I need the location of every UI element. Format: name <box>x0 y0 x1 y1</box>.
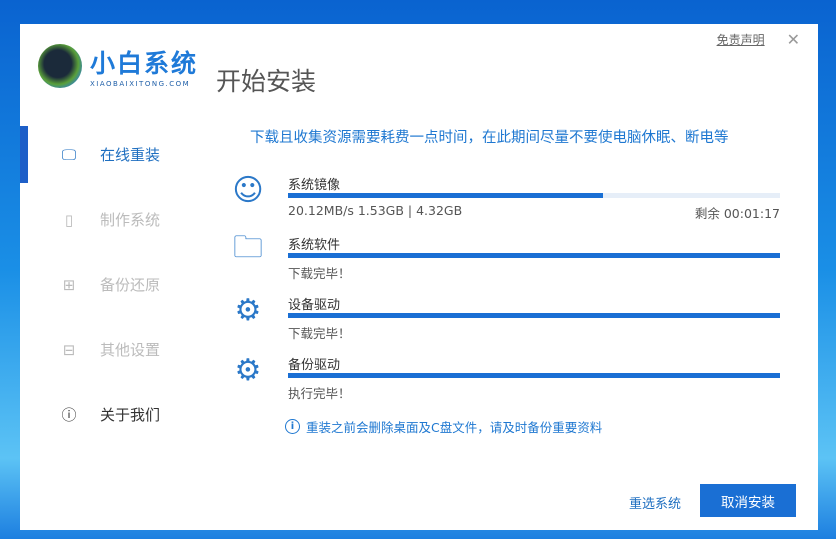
usb-icon: ▯ <box>64 210 74 229</box>
sidebar-item-make-system[interactable]: ▯ 制作系统 <box>20 187 200 252</box>
task-system-image: ☺ 系统镜像 20.12MB/s 1.53GB | 4.32GB 剩余 00:0… <box>230 172 780 232</box>
sidebar-item-label: 其他设置 <box>100 341 161 359</box>
task-status: 下载完毕！ <box>288 326 351 341</box>
task-name: 设备驱动 <box>288 298 341 313</box>
grid-icon: ⊞ <box>62 275 76 294</box>
sidebar: 🖵 在线重装 ▯ 制作系统 ⊞ 备份还原 ⊟ 其他设置 ⓘ 关于我们 <box>20 122 200 447</box>
sidebar-item-label: 在线重装 <box>100 146 161 164</box>
info-icon: ⓘ <box>61 406 77 424</box>
info-icon: i <box>285 419 300 434</box>
disclaimer-link[interactable]: 免责声明 <box>717 31 765 48</box>
logo: 小白系统 XIAOBAIXITONG.COM <box>38 44 198 88</box>
sidebar-item-label: 制作系统 <box>100 211 161 229</box>
folder-apps-icon: 🗀 <box>233 229 263 265</box>
progress-fill <box>288 253 780 258</box>
progress-fill <box>288 373 780 378</box>
notice-text: 下载且收集资源需要耗费一点时间，在此期间尽量不要使电脑休眠、断电等 <box>250 130 729 146</box>
sidebar-item-backup-restore[interactable]: ⊞ 备份还原 <box>20 252 200 317</box>
chat-bubble-icon: ☺ <box>232 172 264 208</box>
task-name: 系统软件 <box>288 238 341 253</box>
task-device-drivers: ⚙ 设备驱动 下载完毕！ <box>230 292 780 352</box>
task-system-software: 🗀 系统软件 下载完毕！ <box>230 229 780 292</box>
task-list: ☺ 系统镜像 20.12MB/s 1.53GB | 4.32GB 剩余 00:0… <box>230 172 780 412</box>
gear-sync-icon: ⚙ <box>234 352 262 388</box>
time-remaining: 剩余 00:01:17 <box>694 206 780 221</box>
task-status: 20.12MB/s 1.53GB | 4.32GB <box>288 203 463 218</box>
brand-url: XIAOBAIXITONG.COM <box>90 80 191 88</box>
task-name: 备份驱动 <box>288 358 341 373</box>
sidebar-item-online-reinstall[interactable]: 🖵 在线重装 <box>20 122 200 187</box>
cancel-install-button[interactable]: 取消安装 <box>700 484 796 517</box>
warning-text: 重装之前会删除桌面及C盘文件，请及时备份重要资料 <box>306 420 603 435</box>
backup-warning: i 重装之前会删除桌面及C盘文件，请及时备份重要资料 <box>285 417 602 436</box>
task-backup-drivers: ⚙ 备份驱动 执行完毕！ <box>230 352 780 412</box>
logo-icon <box>38 44 82 88</box>
brand-name: 小白系统 <box>90 49 199 78</box>
installer-window: 小白系统 XIAOBAIXITONG.COM 开始安装 免责声明 ✕ 🖵 在线重装… <box>20 24 818 530</box>
reselect-system-link[interactable]: 重选系统 <box>629 493 681 512</box>
sidebar-item-other-settings[interactable]: ⊟ 其他设置 <box>20 317 200 382</box>
progress-bar <box>288 373 780 378</box>
monitor-icon: 🖵 <box>61 145 77 164</box>
progress-bar <box>288 253 780 258</box>
task-status: 执行完毕！ <box>288 386 351 401</box>
progress-bar <box>288 193 780 198</box>
sidebar-item-label: 备份还原 <box>100 276 161 294</box>
progress-fill <box>288 313 780 318</box>
page-title: 开始安装 <box>216 67 317 96</box>
progress-fill <box>288 193 603 198</box>
gear-icon: ⚙ <box>234 292 262 328</box>
task-name: 系统镜像 <box>288 178 341 193</box>
close-icon[interactable]: ✕ <box>787 30 800 49</box>
briefcase-icon: ⊟ <box>62 340 76 359</box>
sidebar-item-label: 关于我们 <box>100 406 161 424</box>
progress-bar <box>288 313 780 318</box>
task-status: 下载完毕！ <box>288 266 351 281</box>
sidebar-item-about[interactable]: ⓘ 关于我们 <box>20 382 200 447</box>
